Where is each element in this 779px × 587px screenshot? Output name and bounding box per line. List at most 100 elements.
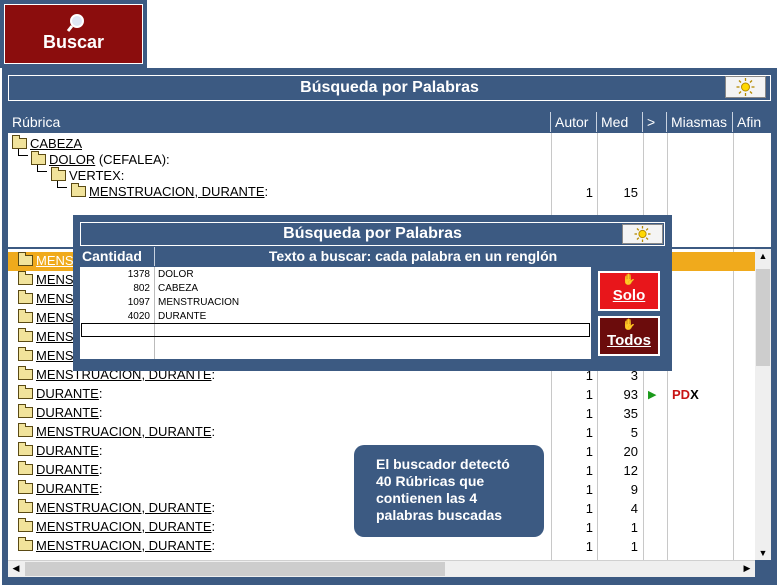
autor-value: 1 (585, 387, 593, 402)
folder-icon (18, 271, 33, 285)
folder-icon (18, 404, 33, 418)
folder-icon (18, 461, 33, 475)
main-title: Búsqueda por Palabras (8, 75, 771, 101)
folder-icon (18, 309, 33, 323)
med-value: 93 (623, 387, 638, 402)
result-row[interactable]: MENSTRUACION, DURANTE: 1 1 (8, 537, 755, 556)
term-text[interactable]: DOLOR (158, 269, 194, 280)
med-value: 5 (630, 425, 638, 440)
med-value: 1 (630, 520, 638, 535)
sun-button[interactable] (725, 76, 766, 98)
vertical-scrollbar[interactable]: ▲ ▼ (755, 249, 771, 560)
rubric-link[interactable]: MENSTRUACION, DURANTE (36, 424, 212, 439)
rubric-link[interactable]: DURANTE (36, 386, 99, 401)
scroll-right-icon[interactable]: ▶ (739, 563, 755, 574)
term-text[interactable]: DURANTE (158, 311, 206, 322)
folder-icon (71, 183, 86, 197)
col-med[interactable]: Med (597, 112, 643, 132)
col-rubrica[interactable]: Rúbrica (8, 112, 551, 132)
new-term-input[interactable] (81, 323, 590, 337)
folder-icon (18, 499, 33, 513)
folder-icon (18, 347, 33, 361)
play-icon[interactable]: ▶ (648, 388, 656, 401)
rubric-link[interactable]: DURANTE (36, 462, 99, 477)
hand-icon: ✋ (622, 319, 636, 331)
hand-icon: ✋ (622, 274, 636, 286)
dialog-title: Búsqueda por Palabras (80, 222, 665, 246)
col-afin[interactable]: Afin (733, 112, 771, 132)
grid-header: Rúbrica Autor Med > Miasmas Afin (8, 112, 771, 132)
rubric-link[interactable]: MENSTRUACION, DURANTE (36, 519, 212, 534)
folder-icon (18, 423, 33, 437)
rubric-link[interactable]: MENSTRUACION, DURANTE (36, 500, 212, 515)
med-value: 20 (623, 444, 638, 459)
col-autor[interactable]: Autor (551, 112, 597, 132)
info-line: palabras buscadas (376, 507, 503, 523)
term-text[interactable]: CABEZA (158, 283, 198, 294)
folder-icon (18, 480, 33, 494)
rubric-link[interactable]: DURANTE (36, 481, 99, 496)
med-value: 4 (630, 501, 638, 516)
folder-icon (18, 537, 33, 551)
solo-label: Solo (612, 287, 646, 304)
rubric-suffix: : (98, 462, 103, 477)
autor-value: 1 (585, 425, 593, 440)
search-button-face[interactable]: Buscar (4, 4, 143, 64)
rubric-suffix: : (98, 481, 103, 496)
term-count: 1378 (127, 269, 150, 280)
folder-icon (18, 366, 33, 380)
autor-value: 1 (585, 185, 593, 200)
med-value: 12 (623, 463, 638, 478)
info-line: 40 Rúbricas que (376, 473, 485, 489)
search-button[interactable]: Buscar (0, 0, 147, 68)
tree-link[interactable]: DOLOR (49, 152, 95, 167)
folder-icon (31, 151, 46, 165)
rubric-suffix: : (98, 386, 103, 401)
todos-button[interactable]: ✋ Todos (598, 316, 660, 356)
rubric-suffix: : (211, 500, 216, 515)
scroll-up-icon[interactable]: ▲ (755, 251, 771, 261)
rubric-suffix: : (98, 405, 103, 420)
rubric-suffix: : (211, 538, 216, 553)
result-row[interactable]: MENSTRUACION, DURANTE: 1 5 (8, 423, 755, 442)
result-row[interactable]: DURANTE: 1 93 ▶ PDX (8, 385, 755, 404)
autor-value: 1 (585, 444, 593, 459)
folder-icon (18, 290, 33, 304)
med-value: 15 (623, 185, 638, 200)
rubric-suffix: : (211, 424, 216, 439)
scroll-thumb-h[interactable] (25, 562, 445, 576)
rubric-suffix: : (211, 519, 216, 534)
col-gt[interactable]: > (643, 112, 667, 132)
miasma-value: PDX (672, 387, 699, 402)
tree-row[interactable]: MENSTRUACION, DURANTE: 1 15 (8, 183, 771, 202)
horizontal-scrollbar[interactable]: ◀ ▶ (8, 560, 755, 577)
folder-icon (51, 167, 66, 181)
scroll-down-icon[interactable]: ▼ (755, 548, 771, 558)
dialog-sun-button[interactable] (622, 224, 663, 244)
tree-link[interactable]: MENSTRUACION, DURANTE (89, 184, 265, 199)
autor-value: 1 (585, 501, 593, 516)
col-miasmas[interactable]: Miasmas (667, 112, 733, 132)
folder-icon (18, 385, 33, 399)
solo-button[interactable]: ✋ Solo (598, 271, 660, 311)
autor-value: 1 (585, 482, 593, 497)
scroll-thumb[interactable] (756, 269, 770, 366)
scroll-left-icon[interactable]: ◀ (8, 563, 24, 574)
todos-label: Todos (607, 332, 651, 349)
search-button-label: Buscar (42, 32, 105, 52)
magnifier-icon (66, 14, 84, 32)
term-text[interactable]: MENSTRUACION (158, 297, 239, 308)
info-callout: El buscador detectó 40 Rúbricas que cont… (354, 445, 544, 537)
med-value: 1 (630, 539, 638, 554)
term-count: 4020 (127, 311, 150, 322)
rubric-link[interactable]: DURANTE (36, 443, 99, 458)
rubric-link[interactable]: DURANTE (36, 405, 99, 420)
autor-value: 1 (585, 539, 593, 554)
rubric-link[interactable]: MENSTRUACION, DURANTE (36, 538, 212, 553)
rubric-suffix: : (98, 443, 103, 458)
dialog-header: Cantidad Texto a buscar: cada palabra en… (80, 247, 665, 266)
result-row[interactable]: DURANTE: 1 35 (8, 404, 755, 423)
folder-icon (12, 135, 27, 149)
tree-link[interactable]: CABEZA (30, 136, 82, 151)
term-count: 1097 (127, 297, 150, 308)
